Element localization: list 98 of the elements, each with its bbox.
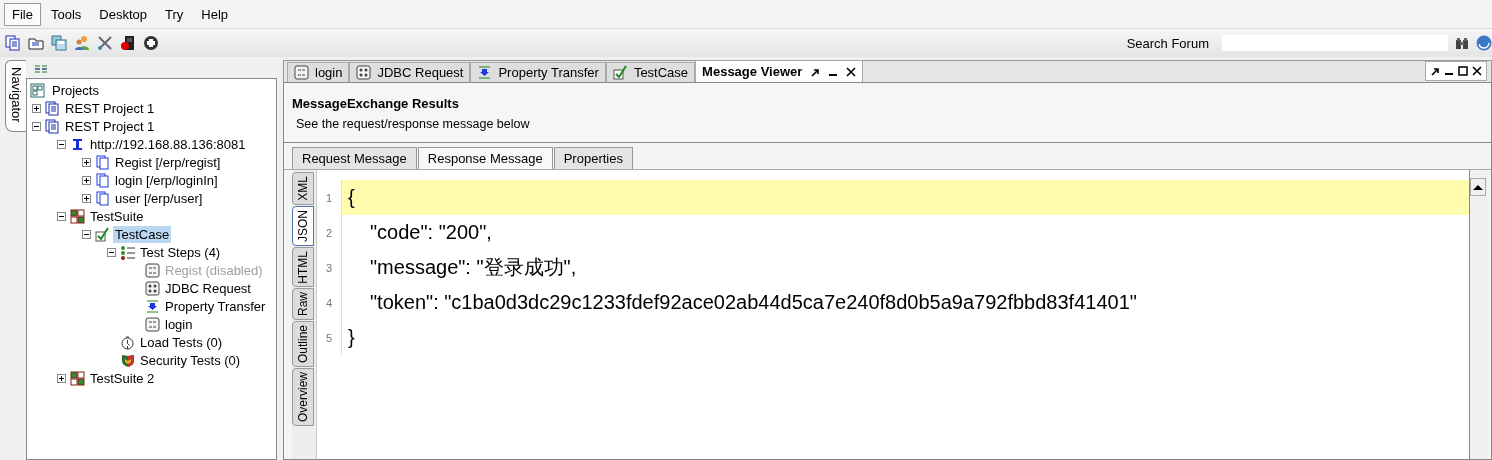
check-icon <box>95 226 110 242</box>
tree-item[interactable]: Property Transfer <box>163 297 268 315</box>
menu-item[interactable]: File <box>4 2 41 26</box>
view-tab[interactable]: HTML <box>292 246 314 288</box>
editor-tab[interactable]: TestCase <box>605 62 696 82</box>
grid-icon <box>70 370 85 386</box>
expand-icon[interactable] <box>31 103 41 113</box>
people-icon[interactable] <box>74 35 90 51</box>
message-tab[interactable]: Properties <box>553 147 633 169</box>
tree-item[interactable]: Security Tests (0) <box>138 351 243 369</box>
page-icon <box>95 172 110 188</box>
step-icon <box>356 65 372 80</box>
view-tab[interactable]: Outline <box>292 321 314 368</box>
tree-item[interactable]: http://192.168.88.136:8081 <box>88 135 248 153</box>
tree-item[interactable]: login <box>163 315 195 333</box>
line-number: 4 <box>317 285 342 320</box>
check-icon <box>612 65 628 80</box>
undock-icon[interactable] <box>1430 66 1440 76</box>
scroll-up-icon <box>1470 178 1486 196</box>
undock-icon[interactable] <box>810 66 821 77</box>
line-number: 5 <box>317 320 342 355</box>
step-icon <box>294 65 309 80</box>
down-arrow-icon <box>477 65 493 80</box>
code-line: "token": "c1ba0d3dc29c1233fdef92ace02ab44d5ca7e240f8d0b5a9a792fbbd83f41401" <box>369 291 1137 314</box>
search-label: Search Forum <box>1126 35 1209 51</box>
tree-item[interactable]: REST Project 1 <box>63 99 157 117</box>
tree-item[interactable]: Test Steps (4) <box>138 243 223 261</box>
line-number: 1 <box>317 180 342 215</box>
grid-icon <box>70 208 85 224</box>
tree-item[interactable]: login [/erp/loginIn] <box>113 171 220 189</box>
message-tab[interactable]: Response Message <box>417 147 553 169</box>
puzzle-icon[interactable] <box>143 35 159 51</box>
step-icon <box>145 280 160 296</box>
menu-item[interactable]: Desktop <box>91 2 155 26</box>
tree-item[interactable]: Projects <box>50 81 101 99</box>
document-stack-icon <box>45 118 60 134</box>
folder-icon[interactable] <box>28 35 44 51</box>
step-icon <box>145 262 160 278</box>
tree-item[interactable]: Regist [/erp/regist] <box>113 153 223 171</box>
tree-item[interactable]: REST Project 1 <box>63 117 157 135</box>
help-icon[interactable] <box>1476 35 1492 51</box>
collapse-icon[interactable] <box>106 247 116 257</box>
collapse-icon[interactable] <box>31 121 41 131</box>
document-stack-icon <box>45 100 60 116</box>
menu-item[interactable]: Help <box>193 2 237 26</box>
page-icon <box>95 190 110 206</box>
line-number: 2 <box>317 215 342 250</box>
save-icon[interactable] <box>51 35 67 51</box>
editor-tab[interactable]: Message Viewer <box>695 60 864 82</box>
line-number: 3 <box>317 250 342 285</box>
code-line: "code": "200", <box>369 221 492 244</box>
server-icon[interactable] <box>120 35 136 51</box>
down-arrow-icon <box>145 298 160 314</box>
editor-tab[interactable]: login <box>287 62 350 82</box>
tree-item[interactable]: JDBC Request <box>163 279 253 297</box>
list-view-icon <box>35 64 47 74</box>
maximize-icon[interactable] <box>1458 66 1468 76</box>
search-field[interactable] <box>1222 35 1448 51</box>
beam-icon <box>70 136 85 152</box>
expand-icon[interactable] <box>81 175 91 185</box>
stopwatch-icon <box>120 334 135 350</box>
list-icon <box>120 244 135 260</box>
scrollbar[interactable] <box>1469 170 1487 459</box>
menu-item[interactable]: Try <box>157 2 192 26</box>
message-tab[interactable]: Request Message <box>292 147 417 169</box>
expand-icon[interactable] <box>81 157 91 167</box>
view-tab[interactable]: XML <box>292 172 314 205</box>
tree-item[interactable]: TestCase <box>113 225 172 243</box>
tree-item[interactable]: TestSuite <box>88 207 146 225</box>
step-icon <box>145 316 160 332</box>
collapse-icon[interactable] <box>81 229 91 239</box>
editor-tab[interactable]: JDBC Request <box>349 62 471 82</box>
navigator-tab[interactable]: Navigator <box>5 60 26 132</box>
tree-item[interactable]: TestSuite 2 <box>88 369 157 387</box>
tree-item[interactable]: Load Tests (0) <box>138 333 225 351</box>
close-icon[interactable] <box>846 66 857 77</box>
panel-subtitle: See the request/response message below <box>296 117 531 131</box>
view-tab[interactable]: Overview <box>292 368 314 427</box>
code-line: "message": "登录成功", <box>369 255 577 280</box>
close-icon[interactable] <box>1472 66 1482 76</box>
page-icon <box>95 154 110 170</box>
expand-icon[interactable] <box>56 373 66 383</box>
tree-item[interactable]: user [/erp/user] <box>113 189 205 207</box>
expand-icon[interactable] <box>81 193 91 203</box>
menu-item[interactable]: Tools <box>42 2 90 26</box>
tools-icon[interactable] <box>97 35 113 51</box>
code-line: } <box>347 326 355 349</box>
collapse-icon[interactable] <box>56 211 66 221</box>
code-line: { <box>347 186 355 209</box>
view-tab[interactable]: JSON <box>292 205 314 246</box>
document-stack-icon[interactable] <box>5 35 21 51</box>
panel-icon <box>30 82 45 98</box>
panel-title: MessageExchange Results <box>292 96 460 111</box>
view-tab[interactable]: Raw <box>292 288 314 321</box>
collapse-icon[interactable] <box>56 139 66 149</box>
editor-tab[interactable]: Property Transfer <box>470 62 606 82</box>
binoculars-icon[interactable] <box>1455 36 1469 50</box>
shield-icon <box>120 352 135 368</box>
